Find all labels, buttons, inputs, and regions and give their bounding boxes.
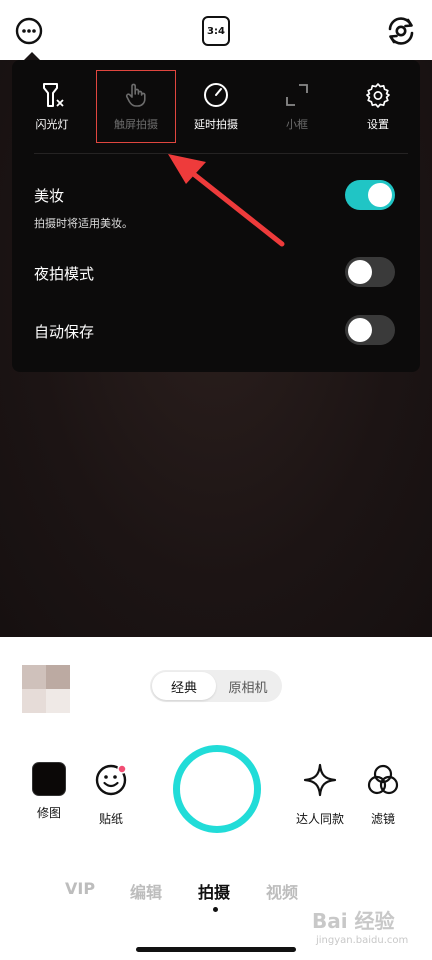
- gear-icon: [366, 83, 390, 108]
- tab-vip[interactable]: VIP: [65, 879, 95, 898]
- retouch-button[interactable]: 修图: [19, 762, 79, 821]
- bottom-controls: 经典 原相机 修图 贴纸 达人同款 滤镜 VIP 编辑 拍摄 视频 Bai 经验…: [0, 637, 432, 960]
- tab-video[interactable]: 视频: [266, 879, 298, 903]
- tool-settings[interactable]: 设置: [343, 82, 413, 142]
- aspect-ratio-button[interactable]: 3:4: [202, 16, 230, 46]
- tool-flash-label: 闪光灯: [35, 118, 69, 131]
- tool-small-frame-label: 小框: [286, 118, 308, 131]
- tab-shoot[interactable]: 拍摄: [198, 879, 230, 903]
- filter-circles-icon: [367, 764, 399, 795]
- filter-button[interactable]: 滤镜: [353, 762, 413, 827]
- night-mode-title: 夜拍模式: [34, 265, 95, 283]
- tool-touch-shoot-label: 触屏拍摄: [114, 118, 158, 131]
- timer-icon: [204, 83, 228, 107]
- auto-save-title: 自动保存: [34, 323, 95, 341]
- photo-thumbnail-icon: [32, 762, 66, 796]
- tool-row: 闪光灯 触屏拍摄 延时拍摄 小框 设置: [12, 60, 420, 152]
- sticker-button[interactable]: 贴纸: [81, 762, 141, 827]
- tool-settings-label: 设置: [367, 118, 389, 131]
- flash-off-icon: [43, 83, 64, 107]
- watermark-main: Bai 经验: [312, 909, 395, 933]
- sparkle-icon: [303, 763, 337, 797]
- camera-mode-toggle[interactable]: 经典 原相机: [150, 670, 282, 702]
- active-tab-indicator: [213, 907, 218, 912]
- expert-style-button[interactable]: 达人同款: [290, 762, 350, 827]
- toggle-knob: [348, 260, 372, 284]
- tool-touch-shoot[interactable]: 触屏拍摄: [101, 82, 171, 142]
- toggle-knob: [368, 183, 392, 207]
- night-mode-toggle[interactable]: [345, 257, 395, 287]
- retouch-label: 修图: [36, 806, 61, 820]
- beauty-subtitle: 拍摄时将适用美妆。: [34, 217, 133, 230]
- flip-camera-icon[interactable]: [384, 14, 418, 48]
- tool-small-frame[interactable]: 小框: [262, 82, 332, 142]
- auto-save-toggle[interactable]: [345, 315, 395, 345]
- small-frame-icon: [286, 84, 308, 106]
- dropdown-caret: [24, 52, 40, 60]
- tool-timer[interactable]: 延时拍摄: [181, 82, 251, 142]
- shutter-button[interactable]: [173, 745, 261, 833]
- mode-classic[interactable]: 经典: [152, 672, 216, 700]
- toggle-knob: [348, 318, 372, 342]
- watermark-sub: jingyan.baidu.com: [316, 935, 409, 946]
- tab-edit[interactable]: 编辑: [130, 879, 162, 903]
- expert-style-label: 达人同款: [295, 812, 344, 826]
- touch-hand-icon: [125, 83, 146, 107]
- gallery-thumbnail-image: [22, 665, 70, 713]
- tool-flash[interactable]: 闪光灯: [17, 82, 87, 142]
- tool-timer-label: 延时拍摄: [194, 118, 238, 131]
- home-indicator[interactable]: [136, 947, 296, 952]
- annotation-arrow: [168, 154, 285, 247]
- more-options-icon[interactable]: [14, 16, 44, 46]
- sticker-smile-icon: [95, 764, 127, 796]
- mode-original[interactable]: 原相机: [216, 672, 280, 700]
- filter-label: 滤镜: [370, 812, 395, 826]
- top-bar: 3:4: [0, 0, 432, 60]
- gallery-thumbnail[interactable]: [22, 665, 70, 713]
- beauty-title: 美妆: [34, 187, 65, 205]
- beauty-toggle[interactable]: [345, 180, 395, 210]
- watermark: Bai 经验 jingyan.baidu.com: [312, 905, 422, 955]
- sticker-label: 贴纸: [98, 812, 123, 826]
